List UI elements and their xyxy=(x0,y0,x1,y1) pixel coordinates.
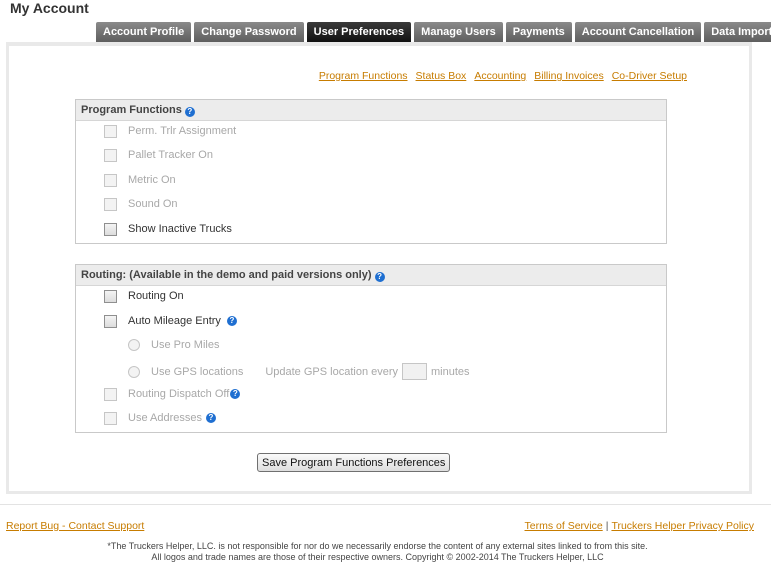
pallet-tracker-checkbox[interactable] xyxy=(104,148,117,162)
use-pro-miles-label: Use Pro Miles xyxy=(151,339,220,351)
metric-row: Metric On xyxy=(104,172,176,188)
update-gps-minutes-input[interactable] xyxy=(402,363,428,380)
footer-separator: | xyxy=(605,520,609,532)
help-icon[interactable]: ? xyxy=(374,272,385,282)
pallet-tracker-row: Pallet Tracker On xyxy=(104,147,213,163)
routing-on-label: Routing On xyxy=(128,290,184,302)
use-gps-label: Use GPS locations xyxy=(151,365,244,378)
tab-payments[interactable]: Payments xyxy=(505,22,572,42)
footer-left: Report Bug - Contact Support xyxy=(6,520,144,532)
use-addresses-row: Use Addresses? xyxy=(104,410,216,426)
program-functions-section: Program Functions? Perm. Trlr Assignment… xyxy=(75,99,667,244)
program-functions-title: Program Functions xyxy=(81,104,182,116)
sound-checkbox[interactable] xyxy=(104,197,117,211)
footer-right: Terms of Service | Truckers Helper Privacy… xyxy=(525,520,754,532)
metric-checkbox[interactable] xyxy=(104,173,117,187)
tab-account-profile[interactable]: Account Profile xyxy=(96,22,192,42)
link-accounting[interactable]: Accounting xyxy=(474,70,526,82)
tab-data-import[interactable]: Data Import xyxy=(704,22,771,42)
help-icon[interactable]: ? xyxy=(226,316,237,326)
help-icon[interactable]: ? xyxy=(205,413,216,423)
disclaimer-line-2: All logos and trade names are those of t… xyxy=(151,552,604,562)
tab-manage-users[interactable]: Manage Users xyxy=(414,22,503,42)
auto-mileage-row: Auto Mileage Entry? xyxy=(104,313,237,329)
terms-link[interactable]: Terms of Service xyxy=(525,520,603,532)
use-pro-miles-row: Use Pro Miles xyxy=(128,337,219,353)
tab-user-preferences[interactable]: User Preferences xyxy=(306,22,412,42)
use-gps-row: Use GPS locations Update GPS location ev… xyxy=(128,362,470,381)
account-tabs: Account Profile Change Password User Pre… xyxy=(96,22,771,42)
routing-on-row: Routing On xyxy=(104,288,184,304)
help-icon[interactable]: ? xyxy=(184,107,195,117)
show-inactive-trucks-label: Show Inactive Trucks xyxy=(128,223,232,235)
auto-mileage-checkbox[interactable] xyxy=(104,314,117,328)
use-addresses-checkbox[interactable] xyxy=(104,411,117,425)
routing-title: Routing: (Available in the demo and paid… xyxy=(81,269,372,281)
use-addresses-label: Use Addresses xyxy=(128,412,202,424)
update-gps-suffix: minutes xyxy=(431,365,470,378)
pallet-tracker-label: Pallet Tracker On xyxy=(128,149,213,161)
show-inactive-trucks-row: Show Inactive Trucks xyxy=(104,221,232,237)
program-functions-header: Program Functions? xyxy=(76,100,666,121)
auto-mileage-label: Auto Mileage Entry xyxy=(128,315,221,327)
routing-dispatch-off-row: Routing Dispatch Off? xyxy=(104,386,241,402)
preference-sublinks: Program Functions Status Box Accounting … xyxy=(319,70,687,82)
privacy-link[interactable]: Truckers Helper Privacy Policy xyxy=(611,520,754,532)
help-icon[interactable]: ? xyxy=(230,389,241,399)
show-inactive-trucks-checkbox[interactable] xyxy=(104,222,117,236)
link-status-box[interactable]: Status Box xyxy=(416,70,467,82)
routing-section: Routing: (Available in the demo and paid… xyxy=(75,264,667,433)
link-program-functions[interactable]: Program Functions xyxy=(319,70,408,82)
report-bug-link[interactable]: Report Bug - Contact Support xyxy=(6,520,144,532)
routing-on-checkbox[interactable] xyxy=(104,289,117,303)
sound-label: Sound On xyxy=(128,198,178,210)
routing-dispatch-off-label: Routing Dispatch Off xyxy=(128,388,230,400)
footer-disclaimer: *The Truckers Helper, LLC. is not respon… xyxy=(0,541,755,563)
link-billing-invoices[interactable]: Billing Invoices xyxy=(534,70,603,82)
perm-trlr-row: Perm. Trlr Assignment xyxy=(104,123,236,139)
perm-trlr-label: Perm. Trlr Assignment xyxy=(128,125,237,137)
disclaimer-line-1: *The Truckers Helper, LLC. is not respon… xyxy=(107,541,648,551)
page-title: My Account xyxy=(10,0,89,16)
routing-dispatch-off-checkbox[interactable] xyxy=(104,387,117,401)
save-preferences-button[interactable]: Save Program Functions Preferences xyxy=(257,453,451,472)
tab-account-cancellation[interactable]: Account Cancellation xyxy=(574,22,702,42)
link-co-driver-setup[interactable]: Co-Driver Setup xyxy=(612,70,687,82)
sound-row: Sound On xyxy=(104,196,178,212)
perm-trlr-checkbox[interactable] xyxy=(104,124,117,138)
metric-label: Metric On xyxy=(128,174,176,186)
use-pro-miles-radio[interactable] xyxy=(128,339,140,351)
tab-change-password[interactable]: Change Password xyxy=(194,22,304,42)
routing-header: Routing: (Available in the demo and paid… xyxy=(76,265,666,286)
update-gps-prefix: Update GPS location every xyxy=(265,365,399,378)
use-gps-radio[interactable] xyxy=(128,365,140,378)
footer-divider xyxy=(0,504,771,505)
